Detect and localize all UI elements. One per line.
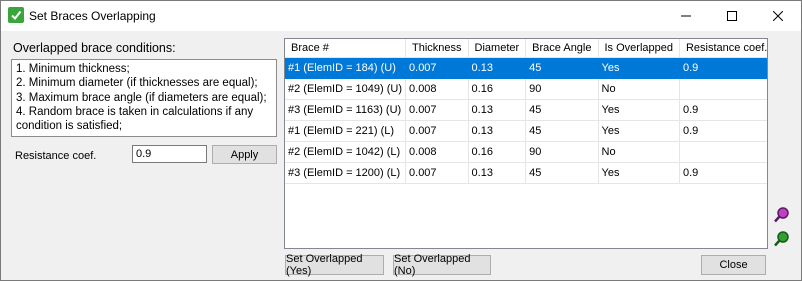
table-cell[interactable]: 0.9 bbox=[679, 162, 767, 184]
table-cell[interactable]: 0.13 bbox=[468, 57, 527, 79]
table-cell[interactable]: #2 (ElemID = 1049) (U) bbox=[285, 78, 407, 100]
set-overlapped-yes-button[interactable]: Set Overlapped (Yes) bbox=[285, 253, 384, 277]
table-cell[interactable]: 0.16 bbox=[468, 78, 527, 100]
table-cell[interactable]: 0.007 bbox=[405, 99, 469, 121]
table-cell[interactable]: #1 (ElemID = 184) (U) bbox=[285, 57, 407, 79]
table-cell[interactable]: 0.16 bbox=[468, 141, 527, 163]
table-cell[interactable]: Yes bbox=[598, 99, 680, 121]
condition-line: 4. Random brace is taken in calculations… bbox=[16, 105, 254, 118]
zoom-in-icon bbox=[773, 206, 789, 222]
table-cell[interactable]: 45 bbox=[525, 162, 599, 184]
table-cell[interactable]: Yes bbox=[598, 162, 680, 184]
resistance-input[interactable] bbox=[132, 145, 207, 163]
column-header-brace-angle[interactable]: Brace Angle bbox=[525, 39, 599, 58]
set-overlapped-no-button[interactable]: Set Overlapped (No) bbox=[393, 253, 491, 277]
table-cell[interactable]: 0.9 bbox=[679, 120, 767, 142]
table-cell[interactable]: 90 bbox=[525, 78, 599, 100]
close-window-button[interactable] bbox=[755, 1, 801, 31]
table-row[interactable]: #1 (ElemID = 221) (L) 0.007 0.13 45 Yes … bbox=[285, 120, 767, 142]
table-row[interactable]: #3 (ElemID = 1163) (U) 0.007 0.13 45 Yes… bbox=[285, 99, 767, 121]
conditions-caption: Overlapped brace conditions: bbox=[13, 41, 176, 55]
table-cell[interactable]: 0.9 bbox=[679, 57, 767, 79]
table-cell[interactable]: 0.008 bbox=[405, 78, 469, 100]
window-title: Set Braces Overlapping bbox=[29, 9, 156, 23]
table-cell[interactable]: No bbox=[598, 78, 680, 100]
apply-button[interactable]: Apply bbox=[212, 145, 277, 164]
table-cell[interactable]: Yes bbox=[598, 120, 680, 142]
minimize-button[interactable] bbox=[663, 1, 709, 31]
table-cell[interactable]: 0.007 bbox=[405, 120, 469, 142]
table-cell[interactable]: #3 (ElemID = 1200) (L) bbox=[285, 162, 407, 184]
conditions-textbox[interactable]: 1. Minimum thickness; 2. Minimum diamete… bbox=[11, 59, 277, 137]
braces-table[interactable]: Brace # Thickness Diameter Brace Angle I… bbox=[284, 38, 768, 249]
table-cell[interactable]: 90 bbox=[525, 141, 599, 163]
table-cell[interactable]: 45 bbox=[525, 57, 599, 79]
table-cell[interactable]: 45 bbox=[525, 120, 599, 142]
minimize-icon bbox=[681, 15, 691, 17]
column-header-diameter[interactable]: Diameter bbox=[468, 39, 527, 58]
table-cell[interactable] bbox=[679, 78, 767, 100]
table-row[interactable]: #3 (ElemID = 1200) (L) 0.007 0.13 45 Yes… bbox=[285, 162, 767, 184]
zoom-out-icon bbox=[773, 230, 789, 246]
table-cell[interactable]: 0.13 bbox=[468, 162, 527, 184]
table-cell[interactable]: #1 (ElemID = 221) (L) bbox=[285, 120, 407, 142]
zoom-in-button[interactable] bbox=[772, 205, 791, 224]
table-cell[interactable]: #2 (ElemID = 1042) (L) bbox=[285, 141, 407, 163]
table-cell[interactable]: 0.13 bbox=[468, 99, 527, 121]
table-cell[interactable] bbox=[679, 141, 767, 163]
resistance-label: Resistance coef. bbox=[15, 150, 97, 162]
condition-line: condition is satisfied; bbox=[16, 120, 123, 133]
table-cell[interactable]: 0.007 bbox=[405, 57, 469, 79]
table-cell[interactable]: Yes bbox=[598, 57, 680, 79]
condition-line: 3. Maximum brace angle (if diameters are… bbox=[16, 91, 267, 104]
close-icon bbox=[773, 11, 783, 21]
table-row[interactable]: #2 (ElemID = 1042) (L) 0.008 0.16 90 No bbox=[285, 141, 767, 163]
table-cell[interactable]: 0.13 bbox=[468, 120, 527, 142]
column-header-brace[interactable]: Brace # bbox=[285, 39, 407, 58]
table-cell[interactable]: #3 (ElemID = 1163) (U) bbox=[285, 99, 407, 121]
table-header: Brace # Thickness Diameter Brace Angle I… bbox=[285, 39, 767, 58]
close-button[interactable]: Close bbox=[701, 255, 766, 275]
condition-line: 2. Minimum diameter (if thicknesses are … bbox=[16, 77, 258, 90]
table-row[interactable]: #1 (ElemID = 184) (U) 0.007 0.13 45 Yes … bbox=[285, 57, 767, 79]
table-row[interactable]: #2 (ElemID = 1049) (U) 0.008 0.16 90 No bbox=[285, 78, 767, 100]
dialog-window: Set Braces Overlapping Overlapped brace … bbox=[0, 0, 802, 281]
check-icon bbox=[8, 7, 24, 23]
column-header-resistance[interactable]: Resistance coef. bbox=[679, 39, 767, 58]
zoom-out-button[interactable] bbox=[772, 229, 791, 248]
column-header-thickness[interactable]: Thickness bbox=[405, 39, 469, 58]
column-header-is-overlapped[interactable]: Is Overlapped bbox=[598, 39, 680, 58]
table-cell[interactable]: 0.008 bbox=[405, 141, 469, 163]
table-cell[interactable]: 45 bbox=[525, 99, 599, 121]
table-cell[interactable]: 0.9 bbox=[679, 99, 767, 121]
condition-line: 1. Minimum thickness; bbox=[16, 63, 130, 75]
maximize-button[interactable] bbox=[709, 1, 755, 31]
title-bar[interactable]: Set Braces Overlapping bbox=[1, 1, 801, 31]
table-cell[interactable]: No bbox=[598, 141, 680, 163]
maximize-icon bbox=[727, 11, 737, 21]
table-cell[interactable]: 0.007 bbox=[405, 162, 469, 184]
